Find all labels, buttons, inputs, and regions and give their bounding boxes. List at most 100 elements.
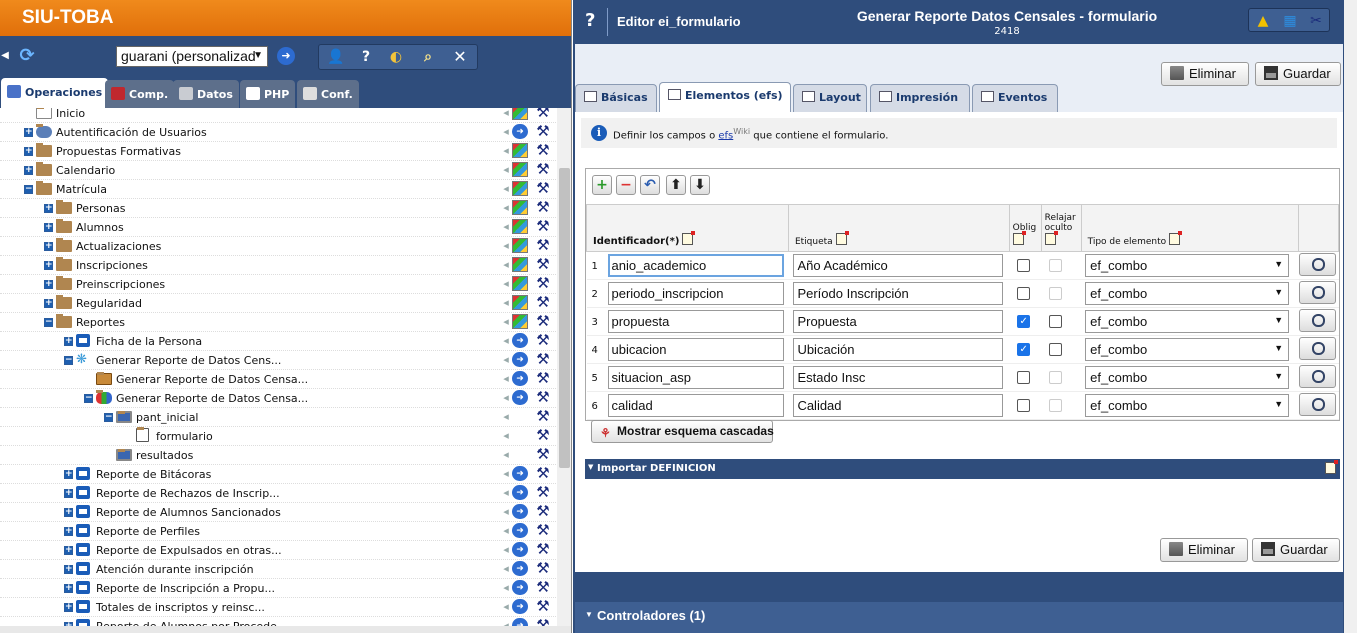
tree-item[interactable]: + Actualizaciones ◂ ⚒ (0, 237, 556, 256)
tree-item[interactable]: + Preinscripciones ◂ ⚒ (0, 275, 556, 294)
close-icon[interactable]: ✕ (447, 46, 473, 68)
menu-icon[interactable] (512, 108, 528, 120)
go-icon[interactable]: ➜ (512, 599, 528, 614)
tree-item[interactable]: − Reportes ◂ ⚒ (0, 313, 556, 332)
expand-icon[interactable]: + (44, 204, 53, 213)
tree-item[interactable]: + Reporte de Bitácoras ◂ ➜ ⚒ (0, 465, 556, 484)
tree-scrollbar-thumb[interactable] (559, 168, 570, 468)
collapse-icon[interactable]: − (64, 356, 73, 365)
tools-icon[interactable]: ⚒ (534, 485, 552, 501)
tree-item-label[interactable]: pant_inicial (136, 411, 199, 424)
tree-item[interactable]: resultados ◂ ⚒ (0, 446, 556, 465)
tree-item-label[interactable]: Reporte de Bitácoras (96, 468, 211, 481)
tipo-select[interactable]: ef_combo ▼ (1085, 394, 1290, 417)
tab-datos[interactable]: Datos (173, 80, 239, 108)
tree-item-label[interactable]: Ficha de la Persona (96, 335, 202, 348)
oblig-checkbox[interactable] (1017, 259, 1031, 273)
tab-basicas[interactable]: Básicas (575, 84, 657, 112)
edit-icon[interactable] (682, 231, 696, 245)
expand-icon[interactable]: + (44, 223, 53, 232)
tree-item[interactable]: + Reporte de Inscripción a Propu... ◂ ➜ ⚒ (0, 579, 556, 598)
menu-icon[interactable] (512, 276, 528, 291)
arrow-left-icon[interactable]: ◂ (502, 181, 510, 197)
go-icon[interactable]: ➜ (512, 523, 528, 538)
arrow-left-icon[interactable]: ◂ (502, 504, 510, 520)
go-icon[interactable]: ➜ (512, 124, 528, 139)
tree-item-label[interactable]: Preinscripciones (76, 278, 165, 291)
tree-item-label[interactable]: Inscripciones (76, 259, 148, 272)
arrow-left-icon[interactable]: ◂ (502, 238, 510, 254)
oblig-checkbox[interactable]: ✓ (1017, 315, 1031, 329)
expand-icon[interactable]: + (44, 299, 53, 308)
tree-item-label[interactable]: Reporte de Rechazos de Inscrip... (96, 487, 280, 500)
collapse-icon[interactable]: − (44, 318, 53, 327)
oblig-checkbox[interactable] (1017, 371, 1031, 385)
efs-link[interactable]: efs (718, 130, 733, 141)
label-input[interactable]: Calidad (793, 394, 1004, 417)
project-select[interactable]: guarani (personalizad ▼ (116, 46, 268, 67)
tools-icon[interactable]: ⚒ (534, 561, 552, 577)
tree-item[interactable]: + Inscripciones ◂ ⚒ (0, 256, 556, 275)
tree-item[interactable]: Generar Reporte de Datos Censa... ◂ ➜ ⚒ (0, 370, 556, 389)
arrow-left-icon[interactable]: ◂ (502, 485, 510, 501)
tab-eventos[interactable]: Eventos (972, 84, 1058, 112)
tools-icon[interactable]: ⚒ (534, 371, 552, 387)
tree-item[interactable]: + Reporte de Rechazos de Inscrip... ◂ ➜ ⚒ (0, 484, 556, 503)
tree-item[interactable]: + Propuestas Formativas ◂ ⚒ (0, 142, 556, 161)
tools-icon[interactable]: ⚒ (534, 181, 552, 197)
tab-layout[interactable]: Layout (793, 84, 867, 112)
tree-item-label[interactable]: Calendario (56, 164, 115, 177)
tree-item[interactable]: − Generar Reporte de Datos Censa... ◂ ➜ ⚒ (0, 389, 556, 408)
expand-icon[interactable]: + (64, 546, 73, 555)
menu-icon[interactable] (512, 219, 528, 234)
menu-icon[interactable] (512, 181, 528, 196)
arrow-left-icon[interactable]: ◂ (502, 466, 510, 482)
tree-item-label[interactable]: formulario (156, 430, 213, 443)
save-button-bottom[interactable]: Guardar (1252, 538, 1340, 562)
tools-icon[interactable]: ⚒ (534, 257, 552, 273)
edit-icon[interactable] (1325, 460, 1338, 474)
tree-item[interactable]: + Alumnos ◂ ⚒ (0, 218, 556, 237)
label-input[interactable]: Año Académico (793, 254, 1004, 277)
identifier-input[interactable]: situacion_asp (607, 366, 784, 389)
arrow-left-icon[interactable]: ◂ (502, 599, 510, 615)
arrow-left-icon[interactable]: ◂ (502, 162, 510, 178)
tree-item[interactable]: + Reporte de Perfiles ◂ ➜ ⚒ (0, 522, 556, 541)
tree-item-label[interactable]: Actualizaciones (76, 240, 161, 253)
collapse-icon[interactable]: − (24, 185, 33, 194)
search-icon[interactable] (1298, 364, 1336, 388)
tools-icon[interactable]: ⚒ (534, 314, 552, 330)
tree-item[interactable]: + Reporte de Alumnos Sancionados ◂ ➜ ⚒ (0, 503, 556, 522)
go-icon[interactable]: ➜ (512, 504, 528, 519)
label-input[interactable]: Período Inscripción (793, 282, 1004, 305)
relajar-checkbox[interactable] (1049, 343, 1063, 357)
tools-icon[interactable]: ⚒ (534, 276, 552, 292)
tree-item-label[interactable]: Matrícula (56, 183, 107, 196)
cascade-button[interactable]: ⚘ Mostrar esquema cascadas (591, 420, 774, 443)
tree-item-label[interactable]: Generar Reporte de Datos Cens... (96, 354, 281, 367)
expand-icon[interactable]: + (64, 489, 73, 498)
tools-icon[interactable]: ⚒ (534, 352, 552, 368)
arrow-left-icon[interactable]: ◂ (502, 371, 510, 387)
arrow-left-icon[interactable]: ◂ (502, 409, 510, 425)
tree-item-label[interactable]: Reporte de Alumnos Sancionados (96, 506, 281, 519)
menu-icon[interactable] (512, 162, 528, 177)
collapse-icon[interactable]: − (84, 394, 93, 403)
arrow-left-icon[interactable]: ◂ (502, 390, 510, 406)
search-icon[interactable] (1298, 392, 1336, 416)
tree-item-label[interactable]: Reporte de Expulsados en otras... (96, 544, 282, 557)
import-section-header[interactable]: ▼ Importar DEFINICION (585, 459, 1340, 479)
arrow-left-icon[interactable]: ◂ (502, 314, 510, 330)
tools-icon[interactable]: ⚒ (534, 390, 552, 406)
tree-item-label[interactable]: Reporte de Inscripción a Propu... (96, 582, 275, 595)
go-icon[interactable]: ➜ (512, 371, 528, 386)
oblig-checkbox[interactable] (1017, 399, 1031, 413)
arrow-left-icon[interactable]: ◂ (502, 108, 510, 121)
arrow-left-icon[interactable]: ◂ (502, 143, 510, 159)
edit-icon[interactable] (1169, 231, 1183, 245)
tree-item[interactable]: − pant_inicial ◂ ⚒ (0, 408, 556, 427)
menu-icon[interactable] (512, 314, 528, 329)
tree-item-label[interactable]: Autentificación de Usuarios (56, 126, 207, 139)
go-icon[interactable]: ➜ (512, 561, 528, 576)
tree-item[interactable]: + Personas ◂ ⚒ (0, 199, 556, 218)
